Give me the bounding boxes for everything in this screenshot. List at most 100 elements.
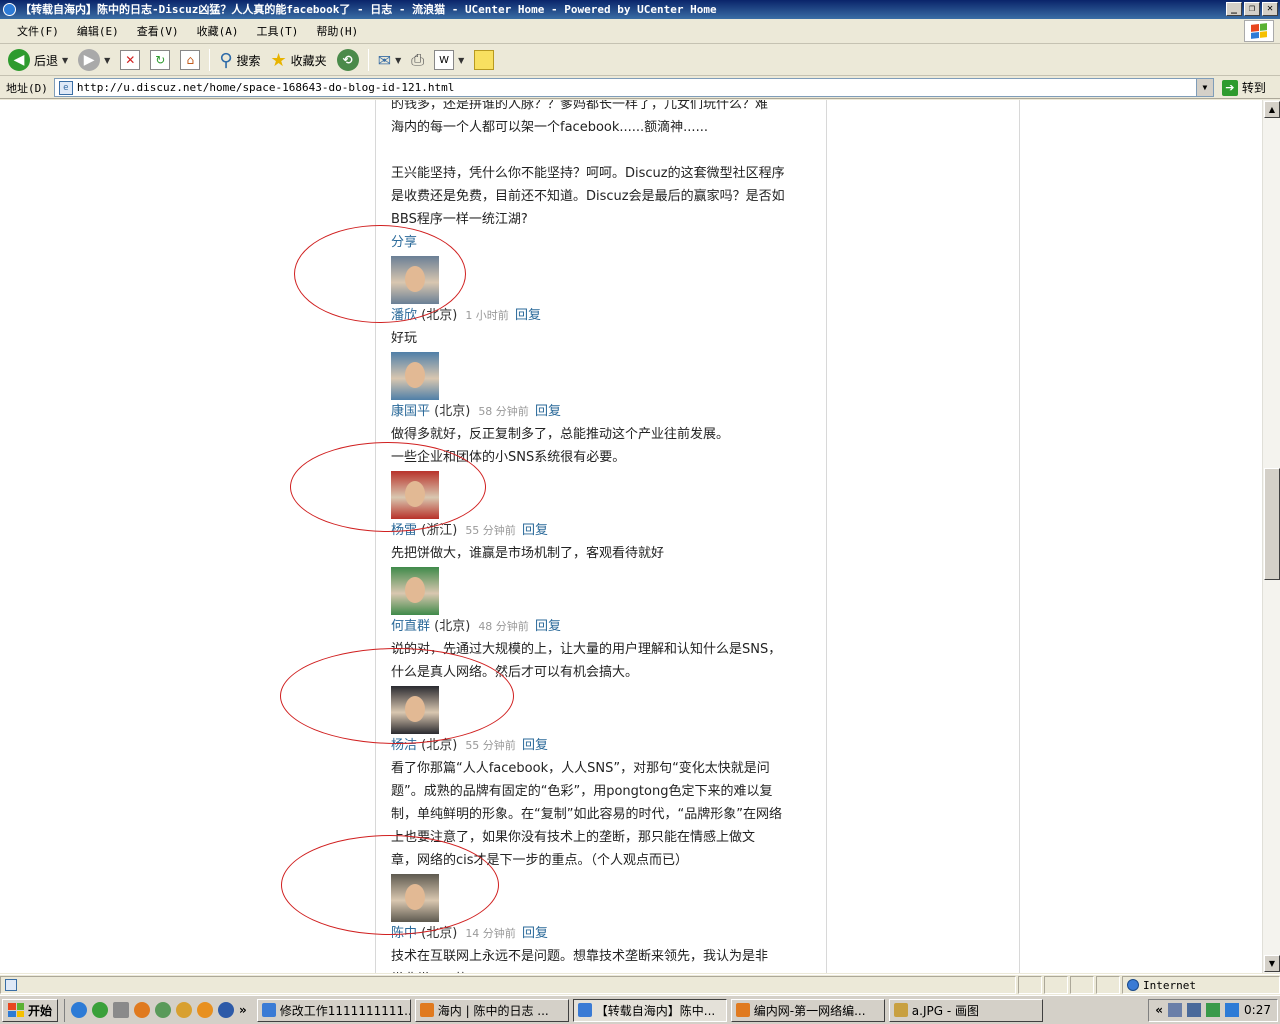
- reply-link[interactable]: 回复: [515, 308, 541, 323]
- app-quicklaunch-icon[interactable]: [176, 1002, 193, 1018]
- comment-time: 48 分钟前: [478, 620, 529, 633]
- taskbar-button[interactable]: 修改工作1111111111...: [256, 998, 411, 1022]
- refresh-button[interactable]: ↻: [146, 47, 174, 73]
- reply-link[interactable]: 回复: [522, 738, 548, 753]
- scroll-up-button[interactable]: ▲: [1264, 101, 1280, 118]
- firefox-quicklaunch-icon[interactable]: [134, 1002, 151, 1018]
- quicklaunch-more-icon[interactable]: »: [239, 1003, 247, 1017]
- task-app-icon: [735, 1003, 750, 1017]
- menu-help[interactable]: 帮助(H): [307, 23, 367, 39]
- history-button[interactable]: ⟲: [333, 47, 363, 73]
- comment-meta: 何直群 (北京) 48 分钟前 回复: [391, 615, 816, 638]
- comment-text: 技术在互联网上永远不是问题。想靠技术垄断来领先，我认为是非: [391, 949, 769, 964]
- annotation-ellipse: [281, 835, 499, 935]
- status-bar: Internet: [0, 974, 1280, 995]
- stop-button[interactable]: ✕: [116, 47, 144, 73]
- menu-edit[interactable]: 编辑(E): [68, 23, 128, 39]
- menu-tools[interactable]: 工具(T): [248, 23, 308, 39]
- reply-link[interactable]: 回复: [535, 404, 561, 419]
- task-label: a.JPG - 画图: [911, 1003, 979, 1018]
- reply-link[interactable]: 回复: [522, 926, 548, 941]
- app-quicklaunch-icon[interactable]: [197, 1002, 214, 1018]
- comment-meta: 潘欣 (北京) 1 小时前 回复: [391, 304, 816, 327]
- comment-meta: 杨雷 (浙江) 55 分钟前 回复: [391, 519, 816, 542]
- comment-text: 做得多就好，反正复制多了，总能推动这个产业往前发展。: [391, 427, 730, 442]
- address-dropdown-icon[interactable]: ▼: [1195, 79, 1213, 96]
- comment-meta: 陈中 (北京) 14 分钟前 回复: [391, 922, 816, 945]
- favorites-star-icon: ★: [270, 49, 287, 71]
- tray-expand-icon[interactable]: «: [1155, 1003, 1163, 1017]
- title-bar: 【转载自海内】陈中的日志-Discuz凶猛？人人真的能facebook了 - 日…: [0, 0, 1280, 19]
- favorites-button[interactable]: ★ 收藏夹: [267, 47, 331, 73]
- reply-link[interactable]: 回复: [535, 619, 561, 634]
- ie-quicklaunch-icon[interactable]: [71, 1002, 88, 1018]
- back-label: 后退: [34, 53, 59, 68]
- task-app-icon: [419, 1003, 434, 1017]
- taskbar-button[interactable]: 【转载自海内】陈中...: [572, 998, 727, 1022]
- app-quicklaunch-icon[interactable]: [92, 1002, 109, 1018]
- tray-app-icon[interactable]: [1168, 1003, 1183, 1017]
- avatar[interactable]: [391, 352, 439, 400]
- comment-text: 好玩: [391, 331, 418, 346]
- app-quicklaunch-icon[interactable]: [113, 1002, 130, 1018]
- app-quicklaunch-icon[interactable]: [155, 1002, 172, 1018]
- comment-time: 55 分钟前: [465, 739, 516, 752]
- task-label: 修改工作1111111111...: [279, 1003, 411, 1018]
- mail-button[interactable]: ✉ ▼: [374, 47, 406, 73]
- go-button[interactable]: ➔ 转到: [1214, 79, 1266, 96]
- note-icon: [474, 50, 495, 70]
- notes-button[interactable]: [470, 47, 498, 73]
- scroll-down-button[interactable]: ▼: [1264, 955, 1280, 972]
- address-url[interactable]: http://u.discuz.net/home/space-168643-do…: [77, 81, 455, 94]
- reply-link[interactable]: 回复: [522, 523, 548, 538]
- scroll-thumb[interactable]: [1264, 468, 1280, 580]
- forward-button[interactable]: ▶ ▼: [74, 47, 114, 73]
- sidebar-divider: [1019, 100, 1020, 973]
- taskbar-button[interactable]: 编内网-第一网络编...: [730, 998, 885, 1022]
- home-button[interactable]: ⌂: [176, 47, 204, 73]
- annotation-ellipse: [290, 442, 486, 532]
- forward-dropdown-icon[interactable]: ▼: [104, 56, 110, 65]
- author-name-link[interactable]: 康国平: [391, 404, 430, 419]
- tray-app-icon[interactable]: [1206, 1003, 1221, 1017]
- task-list: 修改工作1111111111... 海内 | 陈中的日志 ... 【转载自海内】陈中…: [253, 998, 1043, 1022]
- network-icon[interactable]: [1187, 1003, 1202, 1017]
- menu-file[interactable]: 文件(F): [8, 23, 68, 39]
- comment-text: 看了你那篇“人人facebook，人人SNS”，对那句“变化太快就是问: [391, 761, 770, 776]
- start-button[interactable]: 开始: [2, 998, 59, 1022]
- back-dropdown-icon[interactable]: ▼: [62, 56, 68, 65]
- address-input[interactable]: e http://u.discuz.net/home/space-168643-…: [53, 78, 1214, 97]
- shield-icon[interactable]: [1225, 1003, 1240, 1017]
- search-button[interactable]: ⚲ 搜索: [215, 47, 264, 73]
- menu-favorites[interactable]: 收藏(A): [188, 23, 248, 39]
- comment-meta: 康国平 (北京) 58 分钟前 回复: [391, 400, 816, 423]
- windows-flag-icon: [8, 1003, 24, 1017]
- taskbar-button[interactable]: a.JPG - 画图: [888, 998, 1043, 1022]
- address-bar: 地址(D) e http://u.discuz.net/home/space-1…: [0, 77, 1280, 99]
- menu-bar: 文件(F) 编辑(E) 查看(V) 收藏(A) 工具(T) 帮助(H): [0, 19, 1280, 44]
- edit-dropdown-icon[interactable]: ▼: [458, 56, 464, 65]
- restore-button[interactable]: ❐: [1244, 2, 1260, 16]
- windows-logo-icon: [1244, 20, 1274, 42]
- minimize-button[interactable]: _: [1226, 2, 1242, 16]
- address-label: 地址(D): [6, 81, 48, 95]
- print-button[interactable]: ⎙: [407, 47, 428, 73]
- back-button[interactable]: ◀ 后退 ▼: [4, 47, 72, 73]
- comment-item: 康国平 (北京) 58 分钟前 回复做得多就好，反正复制多了，总能推动这个产业往前…: [391, 352, 816, 469]
- author-name-link[interactable]: 何直群: [391, 619, 430, 634]
- go-arrow-icon: ➔: [1221, 79, 1238, 96]
- annotation-ellipse: [280, 648, 514, 744]
- article-line: 海内的每一个人都可以架一个facebook......额滴神......: [391, 120, 708, 135]
- vertical-scrollbar[interactable]: ▲ ▼: [1262, 100, 1280, 973]
- go-label: 转到: [1241, 81, 1266, 95]
- task-app-icon: [261, 1003, 276, 1017]
- app-quicklaunch-icon[interactable]: [218, 1002, 235, 1018]
- avatar[interactable]: [391, 567, 439, 615]
- task-label: 【转载自海内】陈中...: [595, 1003, 716, 1018]
- edit-button[interactable]: W ▼: [430, 47, 468, 73]
- close-button[interactable]: ✕: [1262, 2, 1278, 16]
- menu-view[interactable]: 查看(V): [128, 23, 188, 39]
- mail-dropdown-icon[interactable]: ▼: [395, 56, 401, 65]
- taskbar-button[interactable]: 海内 | 陈中的日志 ...: [414, 998, 569, 1022]
- author-location: (北京): [434, 404, 471, 419]
